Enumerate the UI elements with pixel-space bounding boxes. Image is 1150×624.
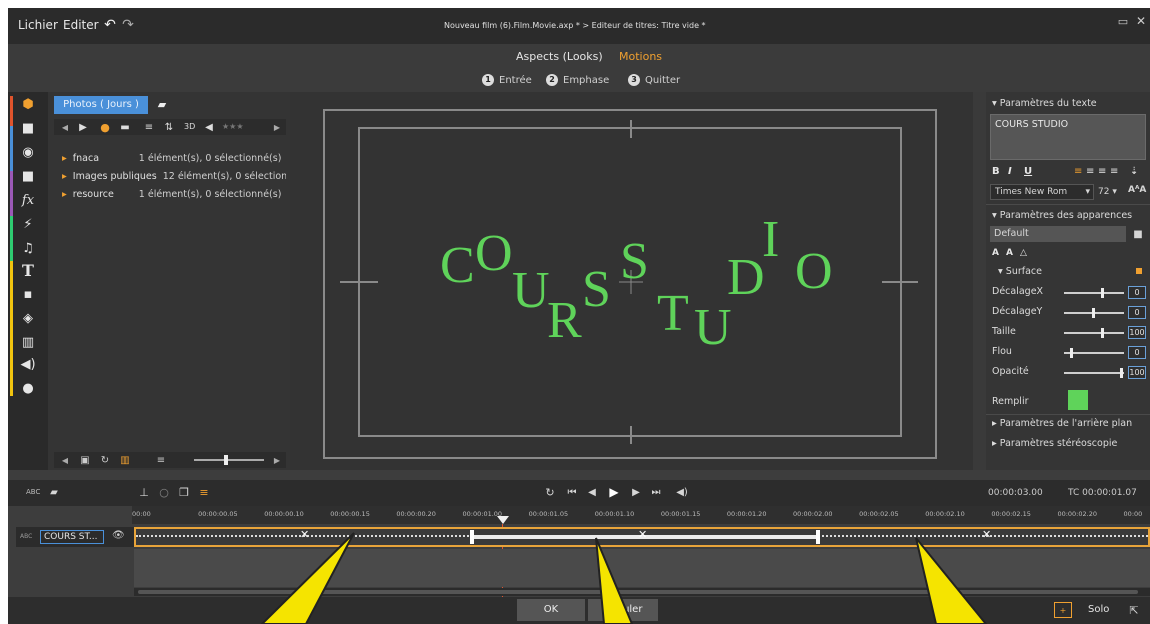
annotation-arrow-exit	[915, 537, 988, 624]
annotation-arrows	[260, 532, 988, 624]
annotation-arrow-entry	[260, 532, 355, 624]
title-editor-window: Lichier Editer ↶ ↷ Nouveau film (6).Film…	[8, 8, 1150, 624]
annotation-arrow-emphasis	[595, 537, 634, 624]
